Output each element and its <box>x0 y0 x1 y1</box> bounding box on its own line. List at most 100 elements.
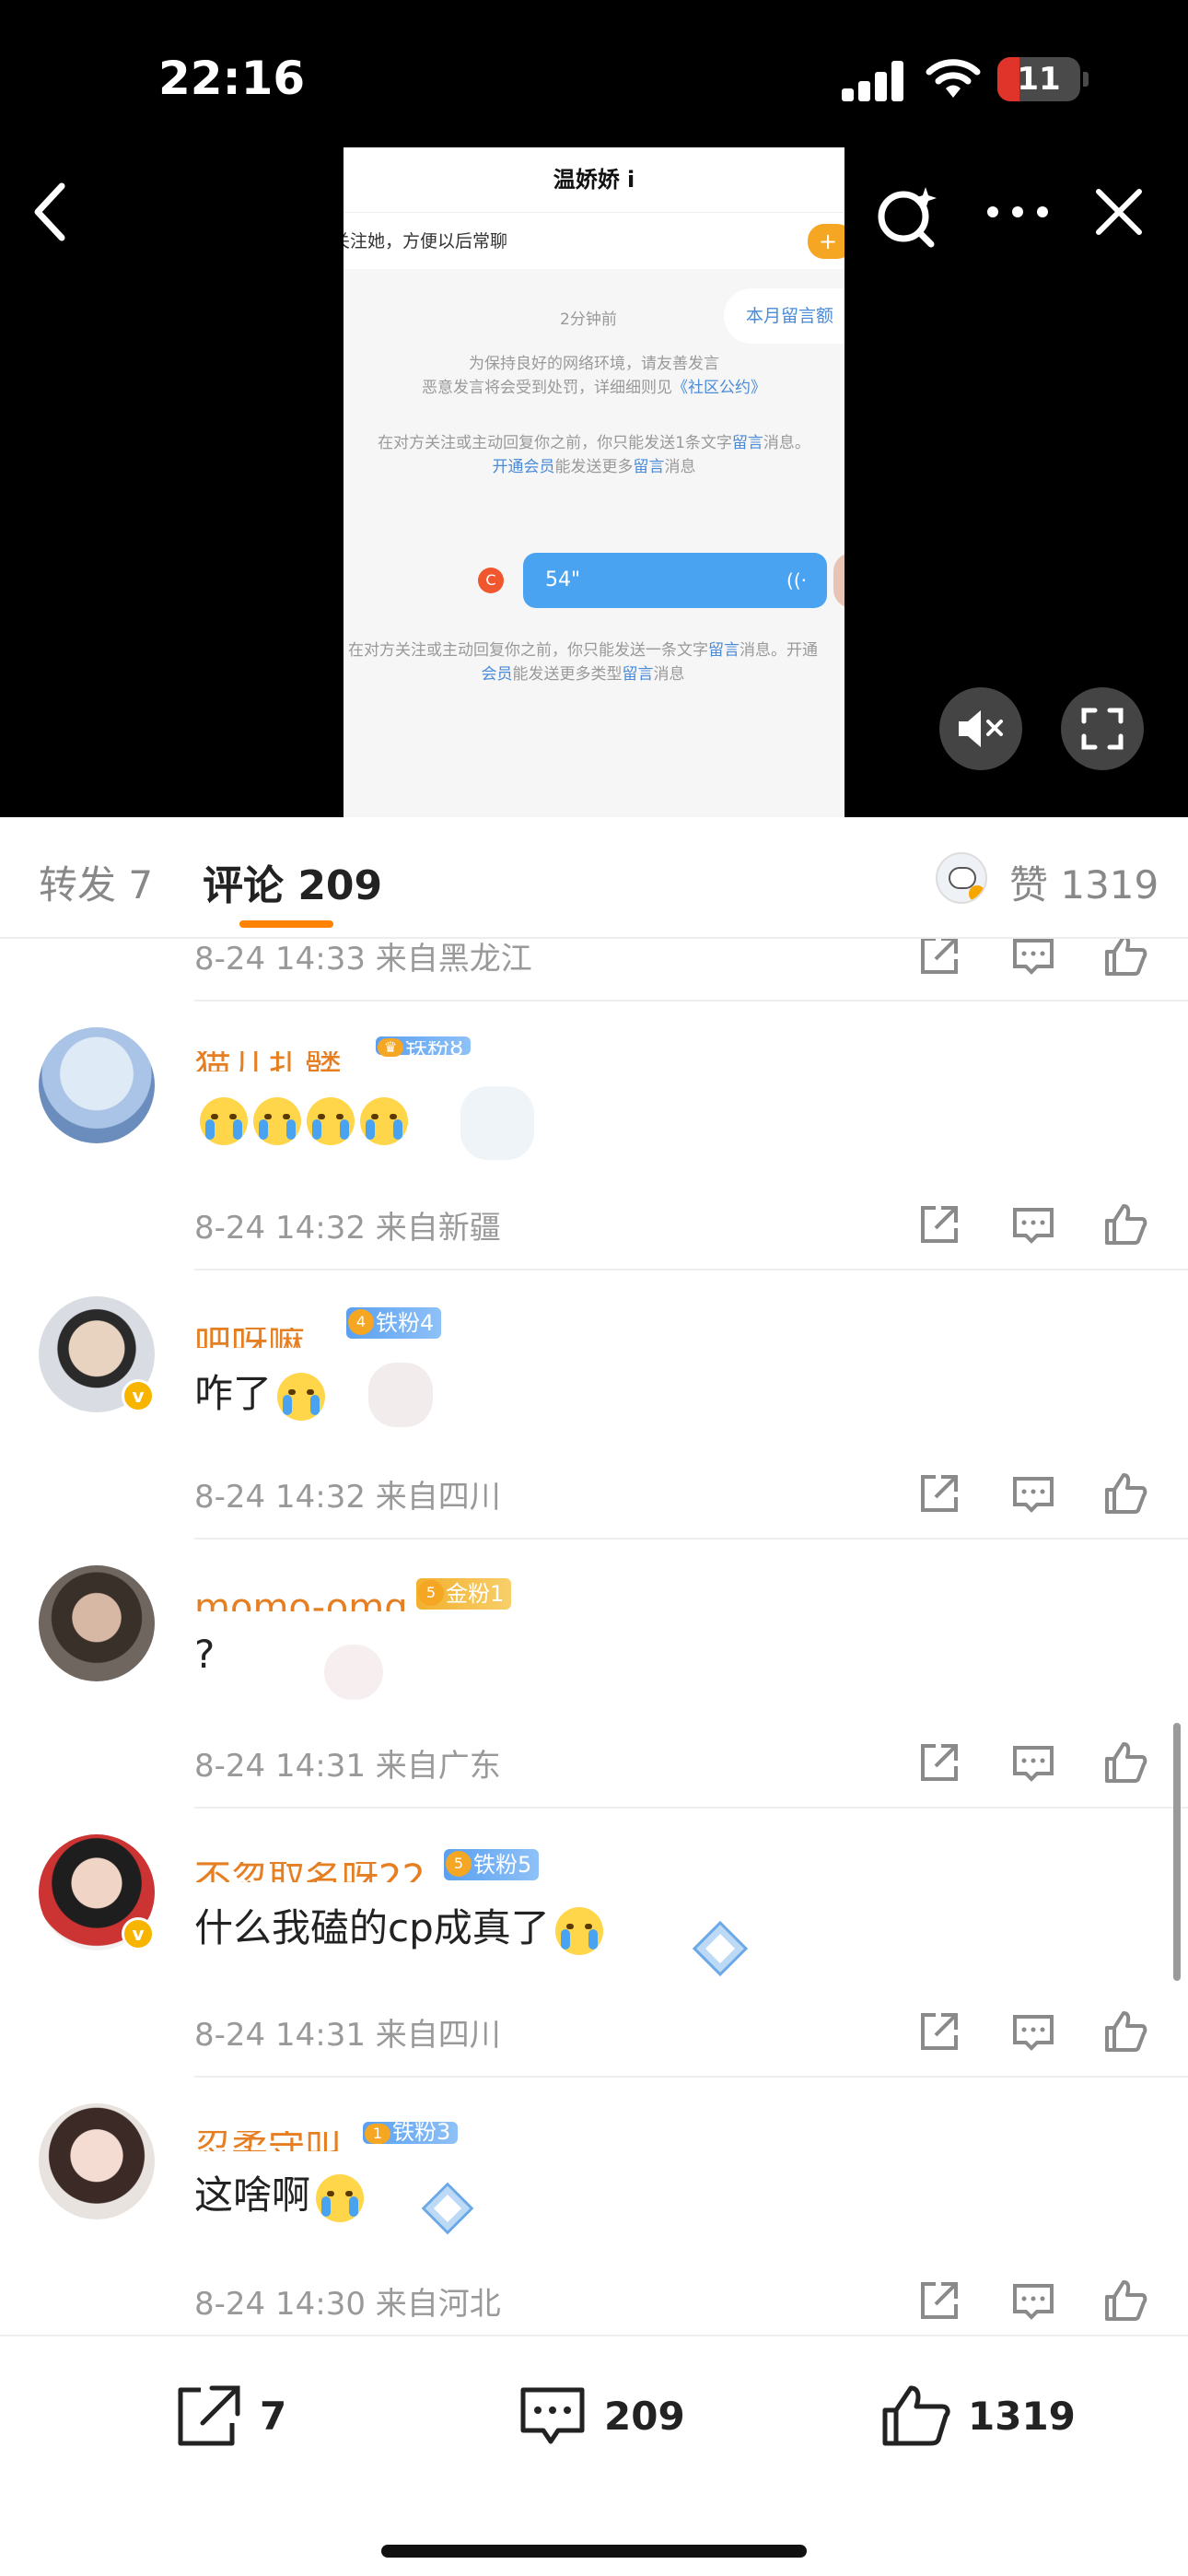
comment-actions <box>912 1469 1151 1525</box>
fan-badge: ♛ 铁粉8 <box>376 1036 472 1059</box>
thumbs-up-icon[interactable] <box>1101 2008 1149 2055</box>
tab-repost[interactable]: 转发 7 <box>39 854 153 910</box>
tab-active-indicator <box>239 920 333 928</box>
comment-actions <box>912 2277 1151 2332</box>
comment-meta: 8-24 14:31 来自广东 <box>194 1748 501 1785</box>
comment-decoration <box>368 1363 433 1427</box>
tab-comment[interactable]: 评论 209 <box>203 852 382 911</box>
commenter-name[interactable]: 吧呀嘛 <box>194 1307 305 1348</box>
commenter-name[interactable]: momo-omg <box>194 1571 408 1611</box>
bottom-action-bar: 7 209 1319 <box>0 2335 1188 2576</box>
avatar[interactable] <box>39 1027 155 1143</box>
embed-voice-message: 54" ((· <box>523 553 827 608</box>
liker-avatar <box>936 852 987 904</box>
diamond-decoration-icon <box>692 1920 749 1977</box>
comment-actions <box>912 1739 1151 1794</box>
share-icon[interactable] <box>915 939 963 979</box>
comment-button[interactable]: 209 <box>516 2379 685 2453</box>
speaker-muted-icon <box>959 710 1003 747</box>
comment-meta: 8-24 14:32 来自四川 <box>194 1479 501 1516</box>
avatar[interactable] <box>39 2103 155 2219</box>
tab-like[interactable]: 赞 1319 <box>1009 854 1159 910</box>
battery-icon: 11 <box>997 57 1089 101</box>
embed-notice-2: 在对方关注或主动回复你之前，你只能发送1条文字留言消息。 开通会员能发送更多留言… <box>378 434 810 476</box>
comment-list[interactable]: 8-24 14:33 来自黑龙江 猫儿扎髅 ♛铁粉8 8-24 14:32 来自… <box>0 939 1188 2335</box>
share-icon[interactable] <box>915 2277 963 2324</box>
commenter-name[interactable]: 猫儿扎髅 <box>194 1031 342 1071</box>
comment-icon <box>520 2387 585 2444</box>
like-button[interactable]: 1319 <box>879 2379 1076 2453</box>
fullscreen-button[interactable] <box>1061 687 1144 770</box>
reply-icon[interactable] <box>1009 2008 1057 2055</box>
comment-decoration <box>460 1086 534 1160</box>
crying-emoji-icon <box>200 1096 248 1145</box>
commenter-name[interactable]: 忍柔守叫 <box>194 2111 342 2151</box>
comment-meta: 8-24 14:30 来自河北 <box>194 2286 501 2323</box>
verified-badge-icon: v <box>122 1379 155 1412</box>
scrollbar[interactable] <box>1173 1723 1181 1981</box>
status-time: 22:16 <box>158 52 306 105</box>
comment-count: 209 <box>604 2393 685 2439</box>
reply-icon[interactable] <box>1009 939 1057 979</box>
thumbs-up-icon[interactable] <box>1101 1739 1149 1786</box>
share-icon[interactable] <box>915 2008 963 2055</box>
embed-notice-1: 为保持良好的网络环境，请友善发言 恶意发言将会受到处罚，详细细则见《社区公约》 <box>422 355 766 397</box>
comment-divider <box>194 2076 1188 2078</box>
comment-actions <box>912 1200 1151 1256</box>
more-options-button[interactable] <box>976 175 1059 249</box>
embed-voice-wave-icon: ((· <box>786 569 807 591</box>
embed-notice-3: 在对方关注或主动回复你之前，你只能发送一条文字留言消息。开通 会员能发送更多类型… <box>348 641 818 684</box>
share-icon <box>178 2385 240 2446</box>
comment-meta: 8-24 14:33 来自黑龙江 <box>194 941 532 978</box>
fullscreen-icon <box>1081 708 1124 750</box>
comment-divider <box>194 1000 1188 1001</box>
commenter-name[interactable]: 不忽取名呀22 <box>194 1842 425 1882</box>
fan-badge: 5 金粉1 <box>416 1578 512 1610</box>
crying-emoji-icon <box>307 1096 355 1145</box>
avatar[interactable] <box>39 1565 155 1681</box>
embed-quota-tab: 本月留言额 <box>724 288 844 344</box>
back-button[interactable] <box>18 175 83 249</box>
embed-avatar <box>833 553 844 608</box>
close-button[interactable] <box>1082 175 1156 249</box>
crying-emoji-icon <box>360 1096 408 1145</box>
comment-tabs: 转发 7 评论 209 赞 1319 <box>0 817 1188 939</box>
share-button[interactable]: 7 <box>171 2379 286 2453</box>
thumbs-up-icon[interactable] <box>1101 1469 1149 1517</box>
crying-emoji-icon <box>316 2173 365 2222</box>
mute-button[interactable] <box>939 687 1022 770</box>
comment-divider <box>194 1269 1188 1270</box>
more-dots-icon <box>987 206 1048 217</box>
thumbs-up-icon <box>882 2385 950 2446</box>
video-player[interactable]: 22:16 11 温娇娇 i 关注她，方便以后常聊 + 2分钟前 本月留言额 为… <box>0 0 1188 817</box>
share-icon[interactable] <box>915 1739 963 1786</box>
comment-meta: 8-24 14:32 来自新疆 <box>194 1210 501 1247</box>
chevron-left-icon <box>34 182 65 241</box>
thumbs-up-icon[interactable] <box>1101 1200 1149 1248</box>
thumbs-up-icon[interactable] <box>1101 939 1149 979</box>
wifi-icon <box>926 59 981 98</box>
reply-icon[interactable] <box>1009 2277 1057 2324</box>
fan-badge: 4 铁粉4 <box>346 1307 442 1339</box>
comment-text: 这啥啊 <box>194 2164 365 2222</box>
search-button[interactable] <box>866 175 949 258</box>
comment-meta: 8-24 14:31 来自四川 <box>194 2017 501 2054</box>
embed-follow-plus: + <box>808 224 844 259</box>
thumbs-up-icon[interactable] <box>1101 2277 1149 2324</box>
battery-level: 11 <box>1017 61 1061 98</box>
home-indicator <box>381 2545 807 2558</box>
embed-chat-title: 温娇娇 i <box>344 147 844 212</box>
embed-retry-icon: C <box>478 568 504 593</box>
share-icon[interactable] <box>915 1200 963 1248</box>
crying-emoji-icon <box>253 1096 301 1145</box>
comment-actions <box>912 939 1151 987</box>
embed-timestamp: 2分钟前 <box>560 310 617 329</box>
like-count: 1319 <box>968 2393 1076 2439</box>
reply-icon[interactable] <box>1009 1469 1057 1517</box>
share-icon[interactable] <box>915 1469 963 1517</box>
crying-emoji-icon <box>277 1372 326 1421</box>
reply-icon[interactable] <box>1009 1739 1057 1786</box>
comment-text: 咋了 <box>194 1363 326 1421</box>
reply-icon[interactable] <box>1009 1200 1057 1248</box>
video-frame: 温娇娇 i 关注她，方便以后常聊 + 2分钟前 本月留言额 为保持良好的网络环境… <box>344 147 844 817</box>
